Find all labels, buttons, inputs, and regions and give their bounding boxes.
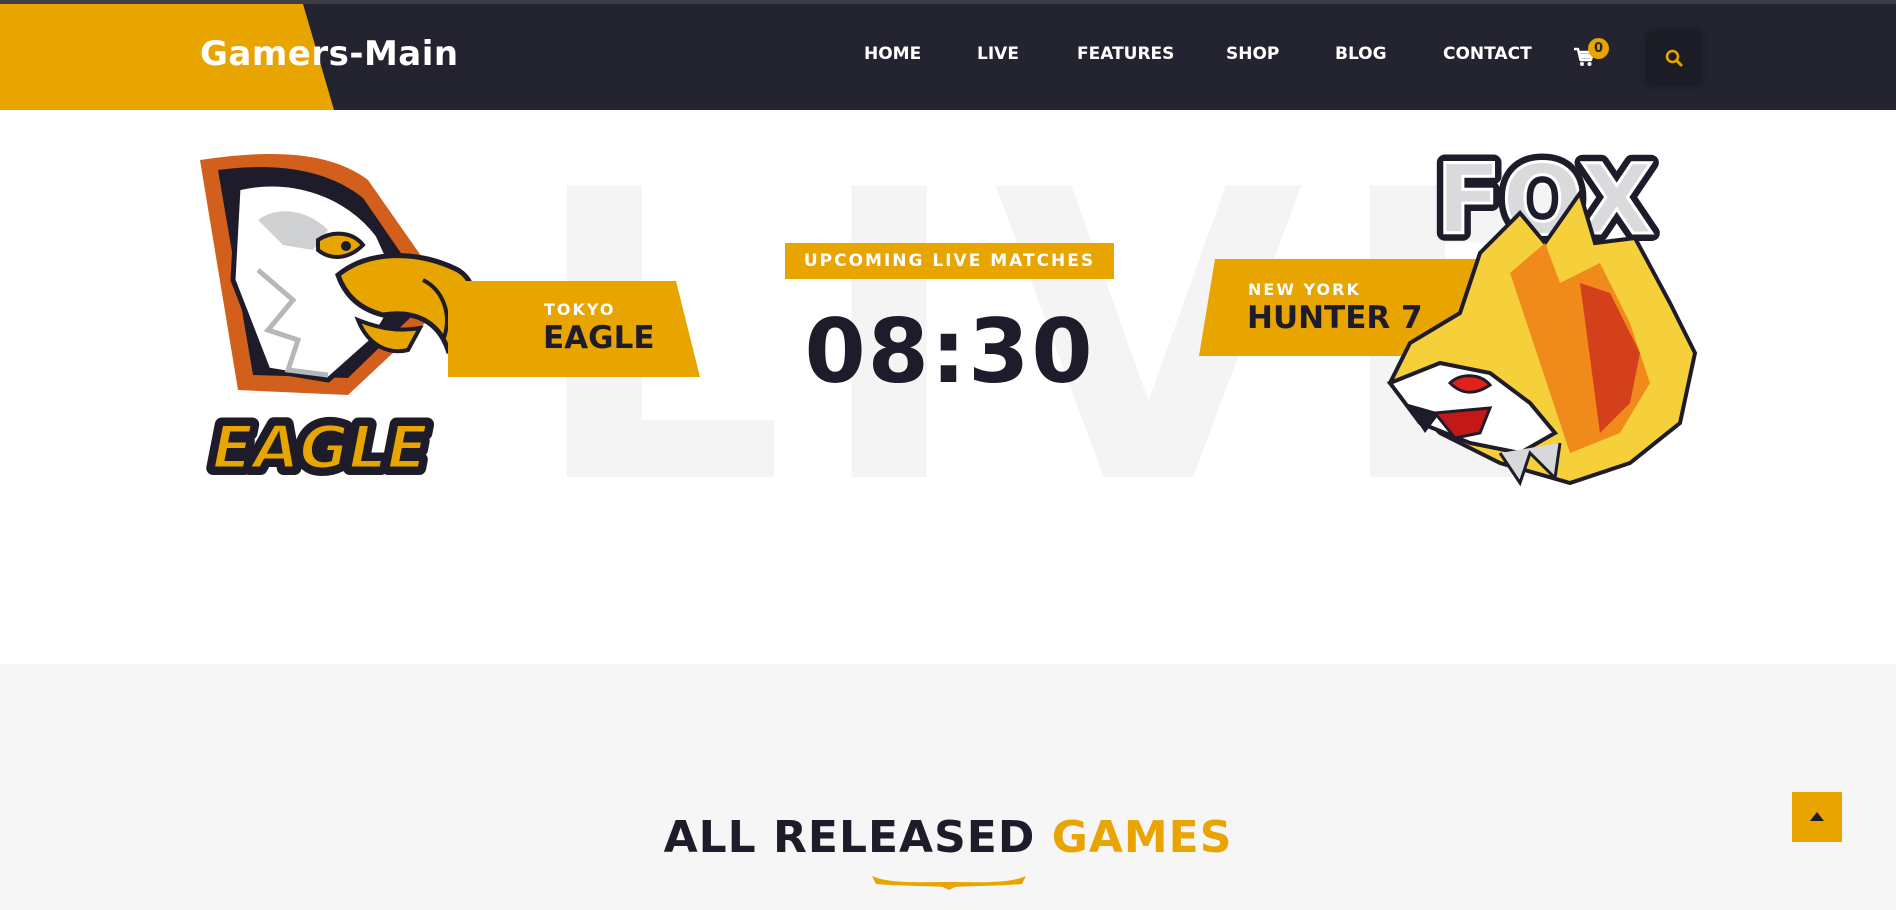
team-left-city: TOKYO [544, 300, 616, 319]
cart-count-badge: 0 [1588, 38, 1609, 59]
search-button[interactable] [1648, 32, 1700, 84]
games-title-accent: GAMES [1051, 812, 1233, 863]
nav-shop[interactable]: SHOP [1226, 44, 1279, 64]
team-left-name: EAGLE [543, 320, 655, 356]
scroll-to-top-button[interactable] [1792, 792, 1842, 842]
fox-team-logo: FOX FOX [1386, 136, 1698, 487]
games-section: ALL RELEASED GAMES [0, 664, 1896, 910]
site-header: Gamers-Main HOME LIVE FEATURES SHOP BLOG… [0, 4, 1896, 110]
nav-blog[interactable]: BLOG [1335, 44, 1387, 64]
nav-live[interactable]: LIVE [977, 44, 1019, 64]
games-title-main: ALL RELEASED [663, 812, 1036, 863]
nav-features[interactable]: FEATURES [1077, 44, 1174, 64]
games-section-title: ALL RELEASED GAMES [0, 812, 1896, 863]
site-logo[interactable]: Gamers-Main [200, 34, 459, 74]
upcoming-matches-label: UPCOMING LIVE MATCHES [785, 243, 1114, 279]
match-time: 08:30 [804, 300, 1095, 403]
nav-home[interactable]: HOME [864, 44, 921, 64]
team-right-city: NEW YORK [1248, 280, 1361, 299]
nav-contact[interactable]: CONTACT [1443, 44, 1532, 64]
title-ornament-icon [872, 876, 1026, 890]
eagle-logo-text: EAGLE [212, 413, 428, 483]
search-icon [1665, 49, 1683, 67]
arrow-up-icon [1810, 812, 1824, 821]
